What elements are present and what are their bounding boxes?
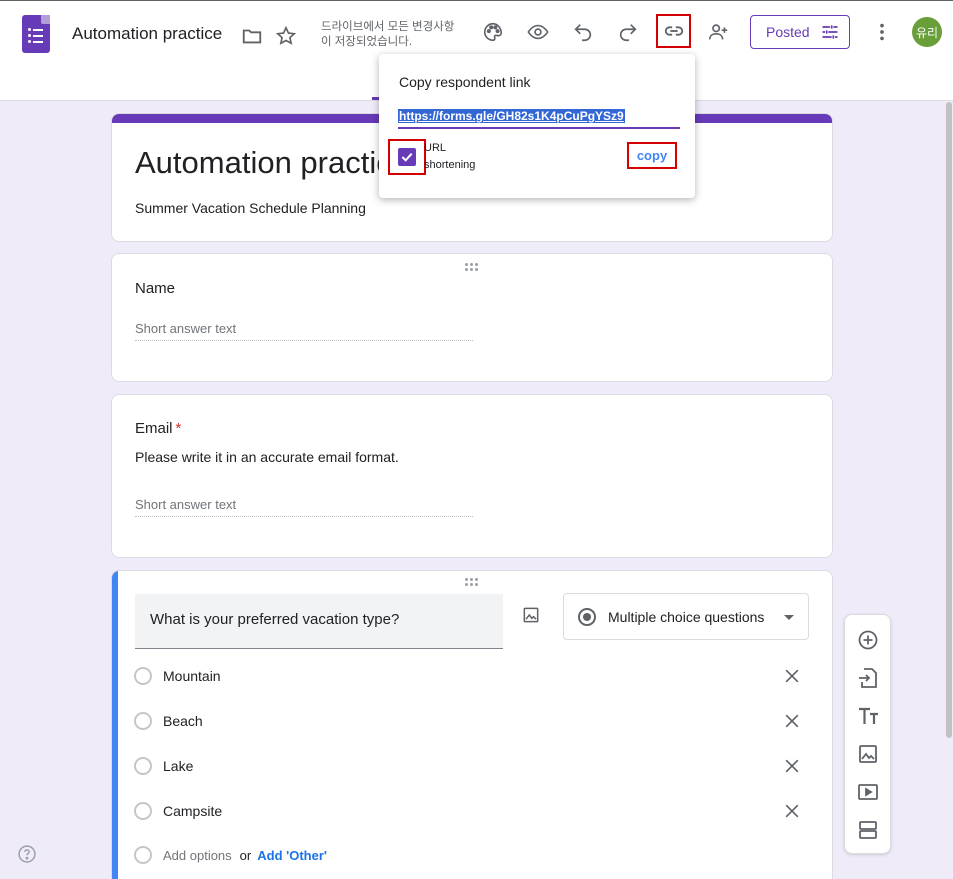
- form-title[interactable]: Automation practice: [135, 145, 409, 181]
- copy-button[interactable]: copy: [627, 142, 677, 169]
- floating-toolbar: [844, 614, 891, 854]
- folder-icon[interactable]: [236, 20, 268, 52]
- option-item[interactable]: Beach: [134, 709, 804, 733]
- add-section-icon[interactable]: [856, 818, 880, 842]
- option-label[interactable]: Lake: [163, 758, 193, 774]
- question-title: Name: [135, 280, 176, 297]
- undo-icon[interactable]: [567, 16, 599, 48]
- forms-logo-icon[interactable]: [22, 15, 50, 53]
- radio-circle-icon: [134, 846, 152, 864]
- question-title-input[interactable]: What is your preferred vacation type?: [135, 594, 503, 649]
- radio-circle-icon: [134, 802, 152, 820]
- add-collaborator-icon[interactable]: [702, 16, 734, 48]
- top-line: [0, 0, 953, 1]
- remove-option-icon[interactable]: [782, 801, 802, 821]
- drag-handle-icon[interactable]: [465, 578, 481, 586]
- help-icon[interactable]: [17, 844, 37, 864]
- dropdown-caret-icon: [784, 615, 794, 620]
- question-card-name[interactable]: Name Short answer text: [111, 253, 833, 382]
- or-text: or: [239, 847, 252, 863]
- option-label[interactable]: Mountain: [163, 668, 221, 684]
- add-video-icon[interactable]: [856, 780, 880, 804]
- active-question-bar: [112, 571, 118, 879]
- title-text-icon[interactable]: [856, 704, 880, 728]
- add-option-link[interactable]: Add options: [163, 848, 232, 863]
- short-answer-placeholder: Short answer text: [135, 493, 473, 517]
- add-image-icon[interactable]: [856, 742, 880, 766]
- add-option-row: Add options or Add 'Other': [134, 843, 804, 867]
- respondent-link-field[interactable]: https://forms.gle/GH82s1K4pCuPgYSz9: [398, 106, 680, 129]
- option-item[interactable]: Campsite: [134, 799, 804, 823]
- short-answer-placeholder: Short answer text: [135, 317, 473, 341]
- radio-circle-icon: [134, 757, 152, 775]
- radio-button-icon: [578, 607, 596, 626]
- option-label[interactable]: Campsite: [163, 803, 222, 819]
- required-asterisk: *: [175, 420, 182, 437]
- drag-handle-icon[interactable]: [465, 263, 481, 271]
- option-item[interactable]: Lake: [134, 754, 804, 778]
- document-title[interactable]: Automation practice: [72, 24, 222, 44]
- respondent-link-text[interactable]: https://forms.gle/GH82s1K4pCuPgYSz9: [398, 109, 625, 123]
- popup-title: Copy respondent link: [399, 74, 531, 90]
- scrollbar[interactable]: [945, 102, 953, 742]
- import-questions-icon[interactable]: [856, 666, 880, 690]
- star-icon[interactable]: [270, 20, 302, 52]
- add-question-icon[interactable]: [856, 628, 880, 652]
- form-description[interactable]: Summer Vacation Schedule Planning: [135, 200, 366, 216]
- more-options-icon[interactable]: [866, 16, 898, 48]
- settings-sliders-icon: [822, 25, 838, 39]
- save-status-text: 드라이브에서 모든 변경사항이 저장되었습니다.: [321, 21, 455, 48]
- scrollbar-thumb[interactable]: [946, 102, 952, 738]
- question-card-vacation-type[interactable]: What is your preferred vacation type? Mu…: [111, 570, 833, 879]
- radio-circle-icon: [134, 712, 152, 730]
- posted-button[interactable]: Posted: [750, 15, 850, 49]
- remove-option-icon[interactable]: [782, 666, 802, 686]
- link-icon[interactable]: [656, 14, 691, 48]
- radio-circle-icon: [134, 667, 152, 685]
- question-card-email[interactable]: Email * Please write it in an accurate em…: [111, 394, 833, 558]
- question-description: Please write it in an accurate email for…: [135, 449, 399, 465]
- checkmark-icon: [398, 148, 416, 166]
- redo-icon[interactable]: [612, 16, 644, 48]
- remove-option-icon[interactable]: [782, 711, 802, 731]
- question-type-dropdown[interactable]: Multiple choice questions: [563, 593, 809, 640]
- question-type-label: Multiple choice questions: [608, 608, 765, 625]
- copy-link-popup: Copy respondent link https://forms.gle/G…: [379, 54, 695, 198]
- avatar[interactable]: 유리: [912, 17, 942, 47]
- url-shortening-checkbox[interactable]: [388, 139, 426, 175]
- url-shortening-label-line2: shortening: [424, 159, 476, 171]
- preview-eye-icon[interactable]: [522, 16, 554, 48]
- question-title: Email *: [135, 420, 181, 437]
- remove-option-icon[interactable]: [782, 756, 802, 776]
- url-shortening-label: URL shortening: [424, 140, 475, 174]
- question-title-text: Email: [135, 420, 173, 437]
- option-label[interactable]: Beach: [163, 713, 203, 729]
- option-item[interactable]: Mountain: [134, 664, 804, 688]
- add-image-icon[interactable]: [521, 605, 545, 629]
- palette-icon[interactable]: [477, 16, 509, 48]
- url-shortening-label-line1: URL: [424, 142, 447, 154]
- add-other-link[interactable]: Add 'Other': [257, 848, 327, 863]
- posted-label: Posted: [766, 24, 810, 40]
